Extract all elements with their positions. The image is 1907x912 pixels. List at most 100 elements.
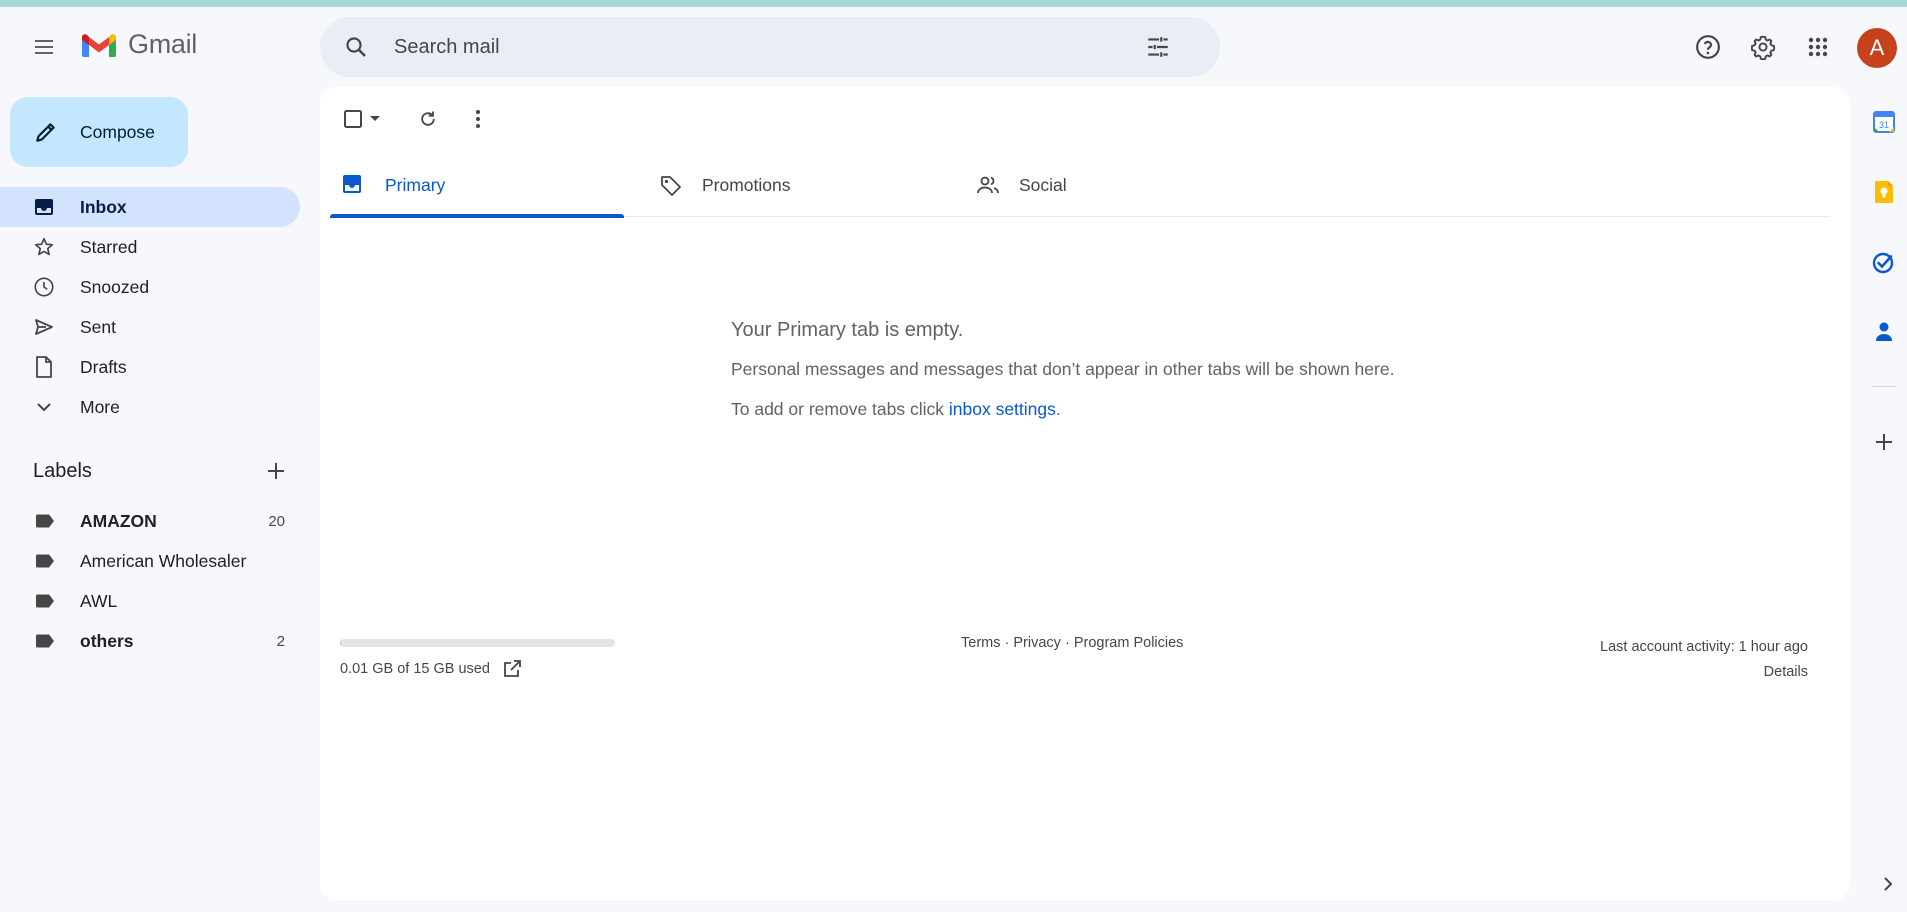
empty-state-title: Your Primary tab is empty. [731, 319, 964, 341]
pencil-icon [36, 123, 55, 142]
empty-state-settings-line: To add or remove tabs click inbox settin… [731, 399, 1531, 420]
select-all-checkbox[interactable] [336, 97, 388, 141]
apps-button[interactable] [1796, 25, 1840, 69]
main-menu-button[interactable] [22, 25, 66, 69]
activity-details-link[interactable]: Details [1600, 660, 1808, 685]
plus-icon [1876, 434, 1892, 450]
sidebar-nav: Inbox Starred Snoozed Sent Drafts More [0, 187, 300, 427]
keep-button[interactable] [1862, 170, 1906, 214]
sidebar-item-more[interactable]: More [0, 387, 300, 427]
get-addons-button[interactable] [1862, 420, 1906, 464]
gear-icon [1750, 35, 1776, 60]
keep-icon [1875, 181, 1893, 203]
account-avatar[interactable]: A [1857, 28, 1897, 68]
label-item-awl[interactable]: AWL [0, 581, 300, 621]
help-icon [1696, 35, 1720, 59]
tasks-icon [1872, 252, 1894, 274]
program-policies-link[interactable]: Program Policies [1074, 635, 1184, 651]
hide-side-panel-button[interactable] [1874, 870, 1902, 898]
sidebar-item-drafts[interactable]: Drafts [0, 347, 300, 387]
account-activity: Last account activity: 1 hour ago Detail… [1600, 635, 1808, 685]
sidebar-item-label: Inbox [80, 196, 127, 217]
compose-button[interactable]: Compose [10, 97, 188, 167]
privacy-link[interactable]: Privacy [1013, 635, 1061, 651]
tasks-button[interactable] [1862, 240, 1906, 284]
clock-icon [33, 277, 55, 297]
gmail-logo[interactable]: Gmail [80, 29, 197, 60]
labels-list: AMAZON 20 American Wholesaler AWL others… [0, 501, 300, 661]
calendar-button[interactable]: 31 [1862, 100, 1906, 144]
hamburger-icon [35, 40, 53, 54]
tab-promotions[interactable]: Promotions [647, 153, 941, 217]
storage-usage-text: 0.01 GB of 15 GB used [340, 661, 490, 677]
checkbox-icon [344, 110, 362, 128]
gmail-m-icon [82, 33, 116, 57]
terms-link[interactable]: Terms [961, 635, 1000, 651]
label-name: others [80, 630, 134, 651]
support-button[interactable] [1686, 25, 1730, 69]
empty-state-message: Personal messages and messages that don’… [731, 359, 1395, 379]
tab-primary[interactable]: Primary [330, 153, 624, 218]
contacts-icon [1876, 322, 1892, 341]
sidebar-item-inbox[interactable]: Inbox [0, 187, 300, 227]
active-tab-indicator [330, 214, 624, 218]
tab-label: Primary [385, 175, 446, 195]
search-button[interactable] [334, 25, 378, 69]
more-options-button[interactable] [456, 97, 500, 141]
sidebar-item-label: Drafts [80, 356, 127, 377]
label-icon [36, 514, 54, 528]
label-icon [36, 594, 54, 608]
label-item-american-wholesaler[interactable]: American Wholesaler [0, 541, 300, 581]
label-icon [36, 554, 54, 568]
label-count: 20 [268, 512, 285, 530]
sidebar-item-starred[interactable]: Starred [0, 227, 300, 267]
app-header: Gmail A [0, 7, 1907, 87]
sidebar-item-sent[interactable]: Sent [0, 307, 300, 347]
chevron-right-icon [1884, 877, 1893, 891]
draft-icon [33, 356, 55, 378]
search-icon [346, 37, 366, 57]
side-panel-divider [1872, 386, 1896, 387]
inbox-settings-link[interactable]: inbox settings [949, 399, 1056, 419]
star-icon [33, 237, 55, 257]
search-options-button[interactable] [1136, 25, 1180, 69]
footer-separator: · [1064, 635, 1070, 651]
compose-label: Compose [80, 121, 155, 142]
sidebar-item-snoozed[interactable]: Snoozed [0, 267, 300, 307]
settings-button[interactable] [1741, 25, 1785, 69]
app-name: Gmail [128, 29, 198, 59]
settings-prefix: To add or remove tabs click [731, 399, 949, 419]
empty-state: Your Primary tab is empty. Personal mess… [731, 319, 1531, 439]
refresh-button[interactable] [406, 97, 450, 141]
main-panel: Primary Promotions Social Your Primary t… [320, 87, 1850, 900]
label-item-others[interactable]: others 2 [0, 621, 300, 661]
chevron-down-icon [33, 397, 55, 417]
category-tabs: Primary Promotions Social [330, 153, 1830, 218]
apps-grid-icon [1808, 37, 1828, 57]
browser-top-strip [0, 0, 1907, 7]
open-in-new-icon[interactable] [502, 659, 522, 679]
storage-info: 0.01 GB of 15 GB used [340, 639, 615, 679]
more-vert-icon [476, 110, 480, 128]
search-bar [320, 17, 1220, 77]
label-count: 2 [276, 632, 285, 650]
search-input[interactable] [374, 27, 1134, 67]
storage-progress-fill [340, 639, 342, 647]
footer-links: Terms · Privacy · Program Policies [961, 635, 1183, 651]
tune-icon [1148, 37, 1168, 57]
sidebar-item-label: Sent [80, 316, 116, 337]
contacts-button[interactable] [1862, 310, 1906, 354]
label-item-amazon[interactable]: AMAZON 20 [0, 501, 300, 541]
tab-social[interactable]: Social [964, 153, 1258, 217]
people-icon [977, 176, 999, 194]
calendar-icon: 31 [1873, 111, 1895, 133]
sidebar-item-label: Snoozed [80, 276, 150, 297]
tab-label: Promotions [702, 175, 791, 195]
label-name: American Wholesaler [80, 550, 247, 571]
tag-icon [661, 176, 681, 196]
label-name: AMAZON [80, 510, 157, 531]
caret-down-icon [370, 116, 380, 121]
create-label-button[interactable] [258, 453, 294, 489]
send-icon [33, 317, 55, 337]
mail-toolbar [334, 97, 634, 141]
